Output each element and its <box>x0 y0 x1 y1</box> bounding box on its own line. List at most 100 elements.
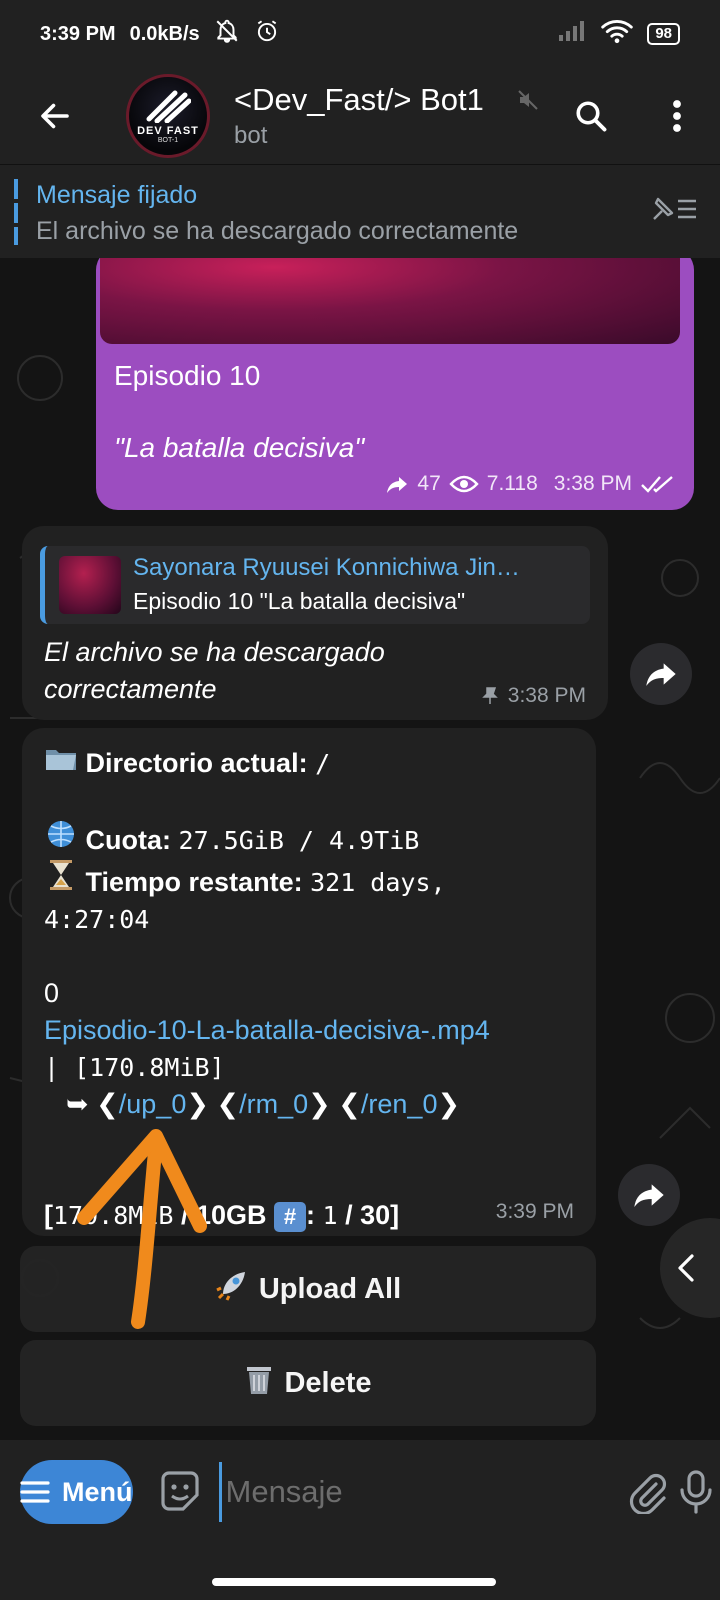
pinned-text: El archivo se ha descargado correctament… <box>36 217 519 245</box>
forward-arrow-icon <box>634 1184 664 1207</box>
hash-icon: # <box>274 1201 307 1232</box>
current-directory-line: Directorio actual: / <box>44 744 604 782</box>
pinned-list-button[interactable] <box>648 191 698 232</box>
episode-title: Episodio 10 <box>114 360 261 391</box>
total-limit: 10GB <box>195 1200 267 1230</box>
globe-icon <box>44 819 78 859</box>
message-input-bar: Menú <box>0 1440 720 1544</box>
status-bar: 3:39 PM 0.0kB/s 98 <box>0 0 720 68</box>
pin-icon <box>481 687 498 704</box>
arrow-left-icon <box>41 103 69 129</box>
more-vertical-icon <box>673 100 681 132</box>
bot-menu-button[interactable]: Menú <box>20 1460 133 1524</box>
sticker-smile-icon <box>160 1471 199 1511</box>
message-meta: 3:38 PM <box>480 684 586 708</box>
return-arrow-icon: ➥ <box>66 1089 89 1119</box>
upload-all-label: Upload All <box>258 1272 402 1305</box>
upload-command-link[interactable]: /up_0 <box>119 1089 187 1119</box>
sticker-button[interactable] <box>157 1466 203 1518</box>
attach-button[interactable] <box>625 1454 673 1530</box>
message-input[interactable] <box>218 1462 625 1522</box>
quota-value: 27.5GiB / 4.9TiB <box>178 826 420 855</box>
chat-header: DEV FAST BOT-1 <Dev_Fast/> Bot1 bot <box>0 68 720 164</box>
battery-indicator: 98 <box>647 23 680 45</box>
file-size: | [170.8MiB] <box>44 1053 225 1082</box>
status-time: 3:39 PM <box>40 22 116 45</box>
back-button[interactable] <box>0 68 110 164</box>
message-meta: 47 7.118 3:38 PM <box>385 472 674 496</box>
directory-value: / <box>315 749 331 778</box>
pinned-indicator <box>14 179 18 245</box>
reply-source-text: Episodio 10 "La batalla decisiva" <box>133 588 466 614</box>
file-name-link[interactable]: Episodio-10-La-batalla-decisiva-.mp4 <box>44 1012 604 1049</box>
avatar[interactable]: DEV FAST BOT-1 <box>126 74 210 158</box>
voice-record-button[interactable] <box>672 1454 720 1530</box>
episode-subtitle: "La batalla decisiva" <box>114 432 365 463</box>
reply-source-name: Sayonara Ryuusei Konnichiwa Jin… <box>133 554 520 581</box>
alarm-icon <box>254 18 280 50</box>
message-text: El archivo se ha descargado correctament… <box>44 637 385 704</box>
logo-streaks-icon <box>146 90 191 123</box>
reply-preview[interactable]: Sayonara Ryuusei Konnichiwa Jin… Episodi… <box>40 546 590 624</box>
hamburger-icon <box>20 1481 50 1503</box>
paperclip-icon <box>630 1473 667 1514</box>
directory-content: Directorio actual: / Cuota: 27.5GiB / 4.… <box>44 744 604 1234</box>
rocket-icon <box>215 1268 249 1310</box>
total-used: 170.8MiB <box>53 1201 174 1230</box>
chevron-left-icon <box>678 1254 694 1282</box>
directory-label: Directorio actual: <box>85 748 308 778</box>
time-remaining-label: Tiempo restante: <box>85 867 303 897</box>
reply-message[interactable]: Sayonara Ryuusei Konnichiwa Jin… Episodi… <box>22 526 608 720</box>
hourglass-icon <box>44 859 78 901</box>
chat-area[interactable]: Episodio 10 "La batalla decisiva" 47 7.1… <box>0 258 720 1440</box>
chat-title-area[interactable]: <Dev_Fast/> Bot1 bot <box>234 82 548 150</box>
time-remaining-line: Tiempo restante: 321 days, <box>44 859 604 901</box>
folder-icon <box>44 744 78 782</box>
trash-icon <box>244 1362 274 1404</box>
delete-button[interactable]: Delete <box>20 1340 596 1426</box>
remove-command-link[interactable]: /rm_0 <box>239 1089 308 1119</box>
system-navigation-bar <box>0 1544 720 1600</box>
message-meta: 3:39 PM <box>496 1200 574 1224</box>
file-count: 1 <box>322 1201 338 1230</box>
forward-arrow-icon <box>646 663 676 686</box>
file-index: 0 <box>44 978 60 1008</box>
episode-thumbnail[interactable] <box>100 258 680 344</box>
file-commands: ➥ ❮/up_0❯ ❮/rm_0❯ ❮/ren_0❯ <box>66 1089 461 1119</box>
delete-label: Delete <box>284 1366 372 1399</box>
signal-icon <box>557 19 587 49</box>
home-gesture-handle[interactable] <box>212 1578 496 1586</box>
views-eye-icon <box>449 475 479 493</box>
upload-all-button[interactable]: Upload All <box>20 1246 596 1332</box>
wifi-icon <box>601 18 634 50</box>
avatar-logo-subtext: BOT-1 <box>157 136 179 144</box>
more-options-button[interactable] <box>634 68 720 164</box>
pinned-title: Mensaje fijado <box>36 181 198 209</box>
forward-button[interactable] <box>618 1164 680 1226</box>
quota-label: Cuota: <box>85 825 171 855</box>
message-time: 3:39 PM <box>495 1200 574 1223</box>
message-time: 3:38 PM <box>507 684 586 707</box>
pinned-message-bar[interactable]: Mensaje fijado El archivo se ha descarga… <box>0 164 720 258</box>
share-count-icon <box>387 477 408 493</box>
menu-label: Menú <box>62 1476 133 1507</box>
double-check-icon <box>641 476 673 493</box>
search-button[interactable] <box>548 68 634 164</box>
directory-message[interactable]: Directorio actual: / Cuota: 27.5GiB / 4.… <box>22 728 596 1236</box>
quota-line: Cuota: 27.5GiB / 4.9TiB <box>44 819 604 859</box>
reply-thumbnail <box>59 556 121 614</box>
outgoing-message[interactable]: Episodio 10 "La batalla decisiva" 47 7.1… <box>96 258 694 510</box>
share-count: 47 <box>417 472 441 495</box>
chat-subtitle: bot <box>234 122 268 149</box>
time-remaining-value-2: 4:27:04 <box>44 905 150 934</box>
notifications-off-icon <box>214 18 240 50</box>
pin-list-icon <box>653 197 696 220</box>
forward-button[interactable] <box>630 643 692 705</box>
view-count: 7.118 <box>486 472 538 495</box>
microphone-icon <box>680 1470 712 1514</box>
network-speed: 0.0kB/s <box>129 22 200 45</box>
rename-command-link[interactable]: /ren_0 <box>361 1089 438 1119</box>
